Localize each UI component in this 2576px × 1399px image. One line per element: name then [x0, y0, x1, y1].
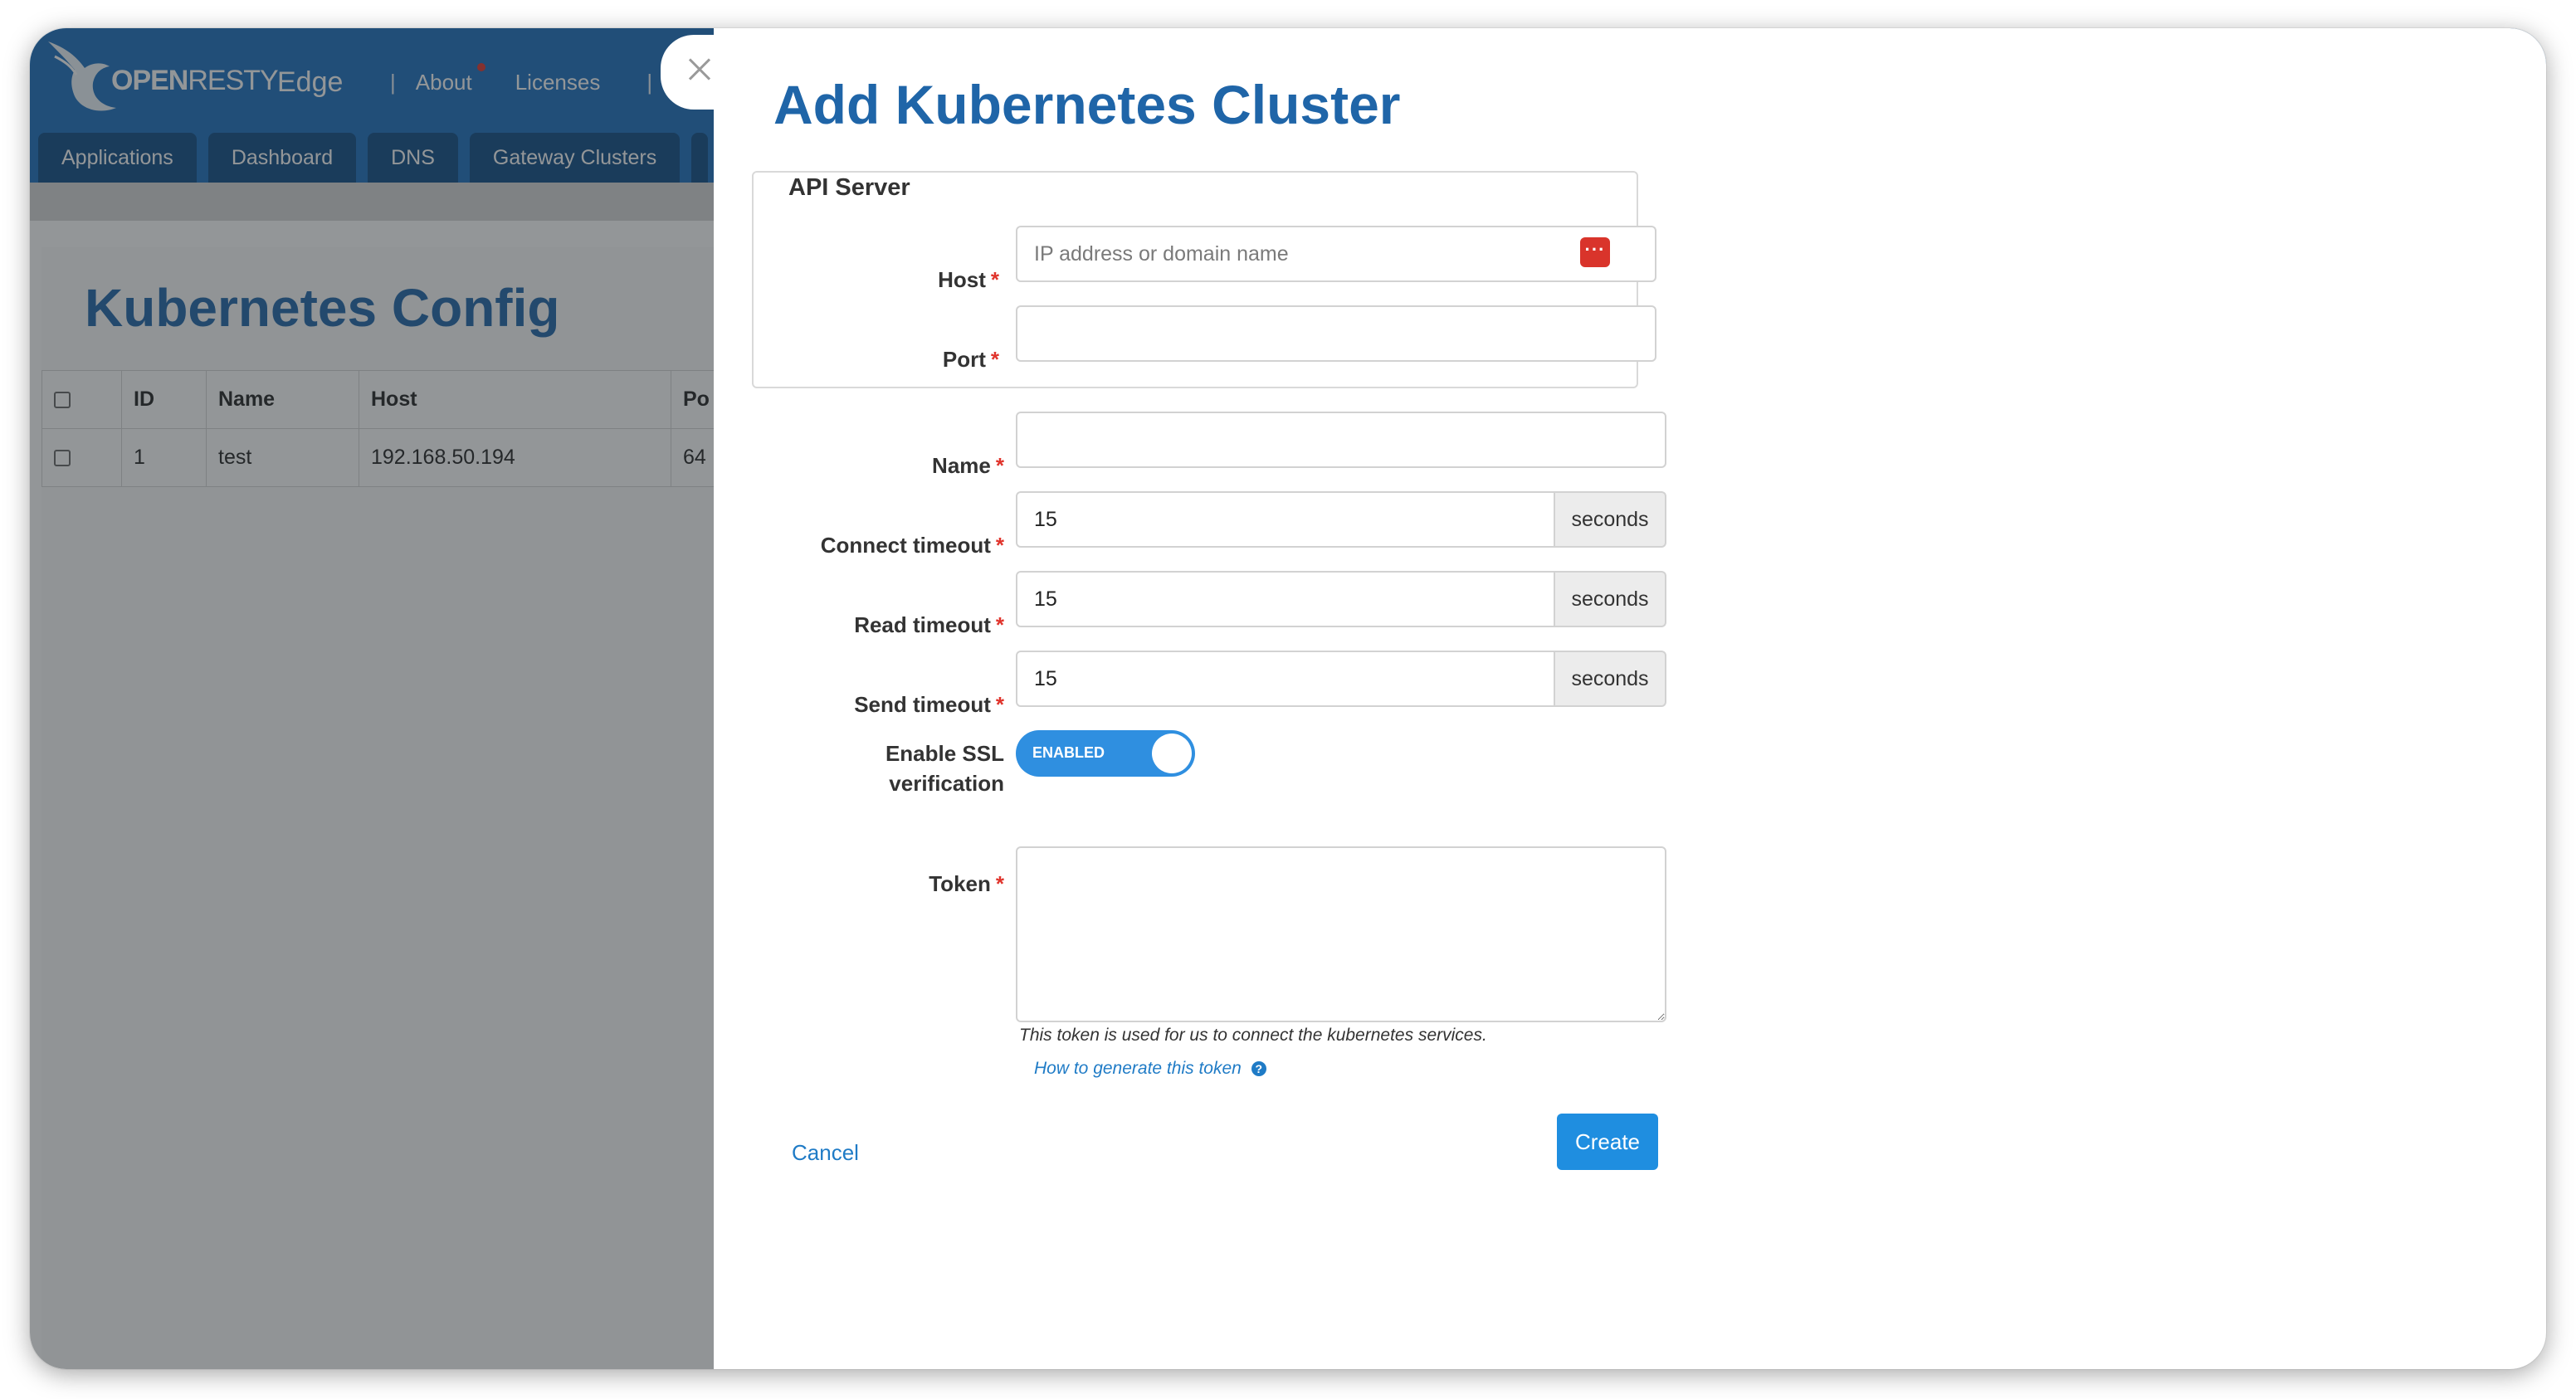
connect-timeout-input[interactable]: [1016, 491, 1555, 548]
port-input[interactable]: [1016, 305, 1656, 362]
port-label: Port *: [942, 347, 999, 372]
read-timeout-unit: seconds: [1555, 571, 1666, 627]
ssl-verification-toggle[interactable]: ENABLED: [1016, 730, 1195, 777]
toggle-knob: [1152, 734, 1192, 773]
modal-title: Add Kubernetes Cluster: [773, 74, 1401, 135]
app-window: OPENRESTY Edge | About Licenses | Applic…: [30, 28, 2546, 1369]
token-help-text: This token is used for us to connect the…: [1019, 1026, 1487, 1045]
create-button[interactable]: Create: [1557, 1114, 1658, 1170]
api-server-legend: API Server: [778, 174, 920, 202]
name-label: Name *: [932, 453, 1004, 478]
name-input[interactable]: [1016, 412, 1666, 468]
token-help-link[interactable]: How to generate this token?: [1034, 1059, 1266, 1079]
send-timeout-unit: seconds: [1555, 651, 1666, 707]
ssl-label: Enable SSL verification: [885, 741, 1004, 796]
connect-timeout-label: Connect timeout *: [820, 533, 1004, 558]
read-timeout-input[interactable]: [1016, 571, 1555, 627]
password-manager-icon[interactable]: ···: [1580, 237, 1610, 267]
send-timeout-input[interactable]: [1016, 651, 1555, 707]
add-cluster-modal: Add Kubernetes Cluster API Server Host * …: [714, 28, 2546, 1369]
host-label: Host *: [938, 267, 999, 292]
connect-timeout-unit: seconds: [1555, 491, 1666, 548]
question-circle-icon: ?: [1251, 1061, 1266, 1077]
host-input[interactable]: [1016, 226, 1656, 282]
toggle-state-text: ENABLED: [1032, 744, 1105, 761]
read-timeout-label: Read timeout *: [854, 612, 1004, 637]
cancel-button[interactable]: Cancel: [792, 1140, 859, 1166]
token-textarea[interactable]: [1016, 846, 1666, 1022]
send-timeout-label: Send timeout *: [854, 692, 1004, 717]
token-label: Token *: [929, 871, 1004, 896]
